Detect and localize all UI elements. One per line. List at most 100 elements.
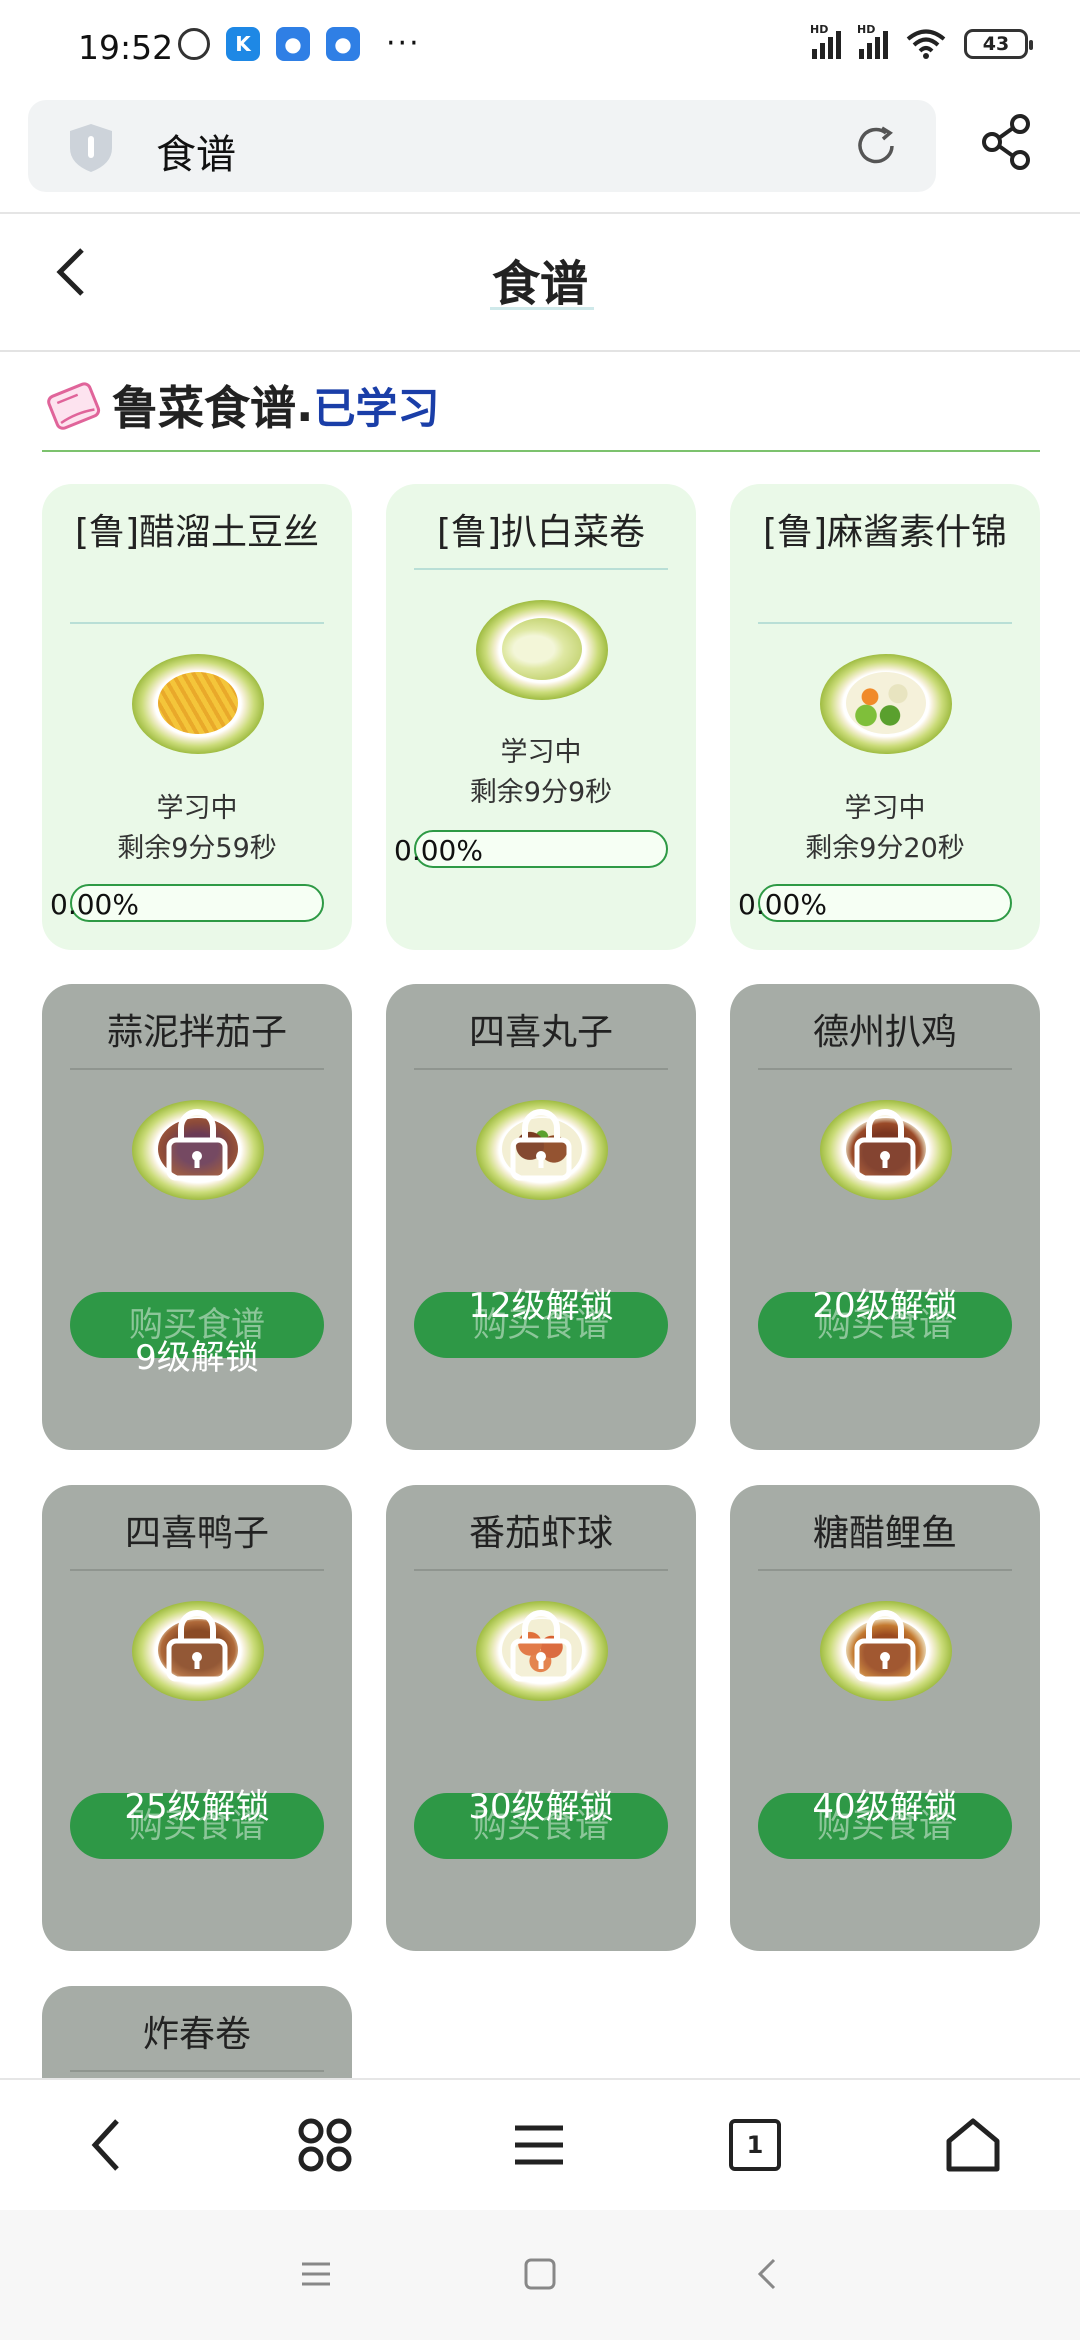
qq-icon: ● [326, 26, 360, 61]
nav-menu-button[interactable] [504, 2110, 574, 2180]
nav-back-button[interactable] [72, 2110, 142, 2180]
recent-apps-icon[interactable] [296, 2254, 336, 2294]
learning-status: 学习中 [156, 793, 238, 824]
recipe-card-locked[interactable]: 番茄虾球 购买食谱 30级解锁 [386, 1485, 696, 1951]
recipe-title: 德州扒鸡 [812, 1012, 957, 1053]
recipe-card-locked[interactable]: 四喜丸子 购买食谱 12级解锁 [386, 984, 696, 1450]
dish-image [132, 654, 264, 754]
system-back-icon[interactable] [748, 2254, 788, 2294]
more-notifications-icon: ··· [386, 26, 421, 61]
address-bar[interactable]: 食谱 [28, 100, 936, 192]
section-separator: . [296, 378, 314, 432]
learning-status: 学习中 [500, 737, 582, 768]
recipe-card-locked[interactable]: 糖醋鲤鱼 购买食谱 40级解锁 [730, 1485, 1040, 1951]
unlock-level: 12级解锁 [468, 1286, 614, 1326]
lock-icon [166, 1610, 228, 1682]
unlock-level: 9级解锁 [135, 1338, 259, 1378]
recipe-title: 四喜鸭子 [124, 1513, 269, 1554]
progress-text: 0.00% [50, 888, 139, 921]
recipe-title: 蒜泥拌茄子 [106, 1012, 287, 1053]
home-square-icon[interactable] [520, 2254, 560, 2294]
recipe-title: 炸春卷 [142, 2014, 251, 2055]
recipe-title: 四喜丸子 [468, 1012, 613, 1053]
menu-grid-icon [298, 2118, 352, 2172]
divider [758, 1068, 1012, 1070]
lock-icon [854, 1109, 916, 1181]
system-nav-bar [0, 2210, 1080, 2340]
k-app-icon: K [226, 26, 260, 61]
list-icon [515, 2125, 563, 2165]
book-icon [47, 382, 101, 430]
recipe-card-learning[interactable]: [鲁]醋溜土豆丝 学习中 剩余9分59秒 0.00% [42, 484, 352, 950]
recipe-card-locked[interactable]: 德州扒鸡 购买食谱 20级解锁 [730, 984, 1040, 1450]
recipe-title: [鲁]醋溜土豆丝 [74, 512, 320, 553]
progress-text: 0.00% [394, 834, 483, 867]
lock-icon [854, 1610, 916, 1682]
remaining-time: 剩余9分59秒 [117, 833, 277, 864]
recipe-card-locked[interactable]: 蒜泥拌茄子 购买食谱 9级解锁 [42, 984, 352, 1450]
divider [414, 1569, 668, 1571]
progress-bar: 0.00% [50, 884, 324, 922]
page-title: 食谱 [491, 256, 588, 312]
divider [758, 622, 1012, 624]
recipe-title: 番茄虾球 [468, 1513, 613, 1554]
battery-icon: 43 [964, 29, 1033, 59]
system-status-icons: HD HD 43 [810, 23, 1033, 60]
qq-icon: ● [276, 26, 310, 61]
divider [70, 1068, 324, 1070]
divider [758, 1569, 1012, 1571]
divider [70, 622, 324, 624]
unlock-level: 25级解锁 [124, 1787, 270, 1827]
progress-text: 0.00% [738, 888, 827, 921]
remaining-time: 剩余9分9秒 [469, 777, 613, 808]
share-icon[interactable] [980, 112, 1034, 172]
recipe-title: [鲁]扒白菜卷 [436, 512, 646, 553]
section-name: 鲁菜食谱 [112, 381, 296, 435]
recipe-title: 糖醋鲤鱼 [812, 1513, 957, 1554]
wifi-icon [906, 29, 946, 59]
nav-home-button[interactable] [938, 2110, 1008, 2180]
progress-bar: 0.00% [394, 830, 668, 868]
reload-icon[interactable] [852, 122, 900, 170]
dish-image [820, 654, 952, 754]
nav-apps-button[interactable] [290, 2110, 360, 2180]
section-divider [42, 450, 1040, 452]
learning-status: 学习中 [844, 793, 926, 824]
divider [70, 2070, 324, 2072]
address-text[interactable]: 食谱 [156, 122, 236, 180]
lock-icon [510, 1109, 572, 1181]
nav-tabs-button[interactable]: 1 [720, 2110, 790, 2180]
title-underline [490, 307, 594, 310]
recipe-page: 19:52 K ● ● ··· HD HD 43 食谱 食谱 鲁菜食谱 . 已学… [0, 0, 1080, 2340]
divider [414, 568, 668, 570]
status-time: 19:52 [78, 28, 174, 67]
unlock-level: 30级解锁 [468, 1787, 614, 1827]
signal-icon: HD [810, 23, 841, 59]
section-heading: 鲁菜食谱 . 已学习 [42, 370, 440, 440]
progress-bar: 0.00% [738, 884, 1012, 922]
divider [0, 212, 1080, 214]
notification-icons: K ● ● ··· [178, 26, 421, 61]
remaining-time: 剩余9分20秒 [805, 833, 965, 864]
shield-icon[interactable] [66, 122, 116, 174]
section-status: 已学习 [313, 383, 440, 433]
alarm-icon [178, 27, 210, 60]
home-icon [946, 2118, 1000, 2172]
recipe-card-learning[interactable]: [鲁]麻酱素什锦 学习中 剩余9分20秒 0.00% [730, 484, 1040, 950]
divider [414, 1068, 668, 1070]
lock-icon [166, 1109, 228, 1181]
recipe-title: [鲁]麻酱素什锦 [762, 512, 1008, 553]
back-icon [91, 2119, 119, 2171]
lock-icon [510, 1610, 572, 1682]
unlock-level: 40级解锁 [812, 1787, 958, 1827]
tabs-icon: 1 [729, 2119, 781, 2171]
unlock-level: 20级解锁 [812, 1286, 958, 1326]
browser-bottom-nav: 1 [0, 2078, 1080, 2210]
dish-image [476, 600, 608, 700]
divider [70, 1569, 324, 1571]
recipe-card-learning[interactable]: [鲁]扒白菜卷 学习中 剩余9分9秒 0.00% [386, 484, 696, 950]
signal-icon: HD [857, 23, 888, 59]
divider [0, 350, 1080, 352]
recipe-card-locked[interactable]: 四喜鸭子 购买食谱 25级解锁 [42, 1485, 352, 1951]
status-bar: 19:52 K ● ● ··· HD HD 43 [0, 0, 1080, 96]
